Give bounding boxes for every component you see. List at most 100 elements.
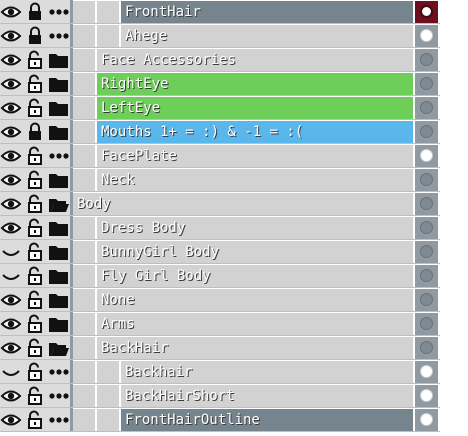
- lock-open-icon[interactable]: [24, 409, 46, 431]
- layer-indicator[interactable]: [415, 49, 438, 71]
- layer-name-bar[interactable]: BackHairShort: [121, 385, 413, 407]
- folder-icon[interactable]: [47, 49, 69, 71]
- layer-name-bar[interactable]: BunnyGirl Body: [97, 241, 413, 263]
- layer-dots-icon[interactable]: [47, 385, 69, 407]
- layer-name-bar[interactable]: None: [97, 289, 413, 311]
- lock-open-icon[interactable]: [24, 145, 46, 167]
- layer-row[interactable]: FrontHairOutline: [0, 408, 440, 432]
- eye-icon[interactable]: [0, 1, 22, 23]
- eye-icon[interactable]: [0, 217, 22, 239]
- folder-icon[interactable]: [47, 313, 69, 335]
- folder-icon[interactable]: [47, 121, 69, 143]
- layer-name-bar[interactable]: FrontHair: [121, 1, 413, 23]
- eye-icon[interactable]: [0, 25, 22, 47]
- eye-icon[interactable]: [0, 145, 22, 167]
- layer-dots-icon[interactable]: [47, 25, 69, 47]
- layer-name-bar[interactable]: Neck: [97, 169, 413, 191]
- layer-name-bar[interactable]: Mouths 1+ = :) & -1 = :(: [97, 121, 413, 143]
- folder-icon[interactable]: [47, 265, 69, 287]
- layer-indicator[interactable]: [415, 73, 438, 95]
- eye-icon[interactable]: [0, 385, 22, 407]
- layer-indicator[interactable]: [415, 265, 438, 287]
- layer-row[interactable]: BunnyGirl Body: [0, 240, 440, 264]
- eye-closed-icon[interactable]: [0, 265, 22, 287]
- layer-indicator[interactable]: [415, 97, 438, 119]
- folder-open-icon[interactable]: [47, 337, 69, 359]
- layer-row[interactable]: Neck: [0, 168, 440, 192]
- layer-name-bar[interactable]: FrontHairOutline: [121, 409, 413, 431]
- folder-icon[interactable]: [47, 241, 69, 263]
- layer-indicator[interactable]: [415, 409, 438, 431]
- layer-row[interactable]: Mouths 1+ = :) & -1 = :(: [0, 120, 440, 144]
- layer-row[interactable]: RightEye: [0, 72, 440, 96]
- eye-closed-icon[interactable]: [0, 241, 22, 263]
- layer-name-bar[interactable]: Backhair: [121, 361, 413, 383]
- eye-icon[interactable]: [0, 409, 22, 431]
- layer-row[interactable]: FacePlate: [0, 144, 440, 168]
- eye-closed-icon[interactable]: [0, 361, 22, 383]
- layer-name-bar[interactable]: FacePlate: [97, 145, 413, 167]
- folder-icon[interactable]: [47, 73, 69, 95]
- folder-icon[interactable]: [47, 289, 69, 311]
- layer-name-bar[interactable]: Arms: [97, 313, 413, 335]
- eye-icon[interactable]: [0, 121, 22, 143]
- lock-open-icon[interactable]: [24, 217, 46, 239]
- lock-open-icon[interactable]: [24, 193, 46, 215]
- layer-name-bar[interactable]: Body: [73, 193, 413, 215]
- eye-icon[interactable]: [0, 337, 22, 359]
- layer-row[interactable]: Backhair: [0, 360, 440, 384]
- layer-name-bar[interactable]: BackHair: [97, 337, 413, 359]
- eye-icon[interactable]: [0, 97, 22, 119]
- layer-name-bar[interactable]: RightEye: [97, 73, 413, 95]
- layer-dots-icon[interactable]: [47, 1, 69, 23]
- layer-row[interactable]: Face Accessories: [0, 48, 440, 72]
- lock-open-icon[interactable]: [24, 361, 46, 383]
- layer-indicator[interactable]: [415, 1, 438, 23]
- eye-icon[interactable]: [0, 169, 22, 191]
- layer-row[interactable]: None: [0, 288, 440, 312]
- layer-row[interactable]: Arms: [0, 312, 440, 336]
- layer-indicator[interactable]: [415, 361, 438, 383]
- eye-icon[interactable]: [0, 193, 22, 215]
- lock-open-icon[interactable]: [24, 97, 46, 119]
- layer-dots-icon[interactable]: [47, 145, 69, 167]
- eye-icon[interactable]: [0, 313, 22, 335]
- folder-open-icon[interactable]: [47, 193, 69, 215]
- layer-row[interactable]: Fly Girl Body: [0, 264, 440, 288]
- lock-open-icon[interactable]: [24, 313, 46, 335]
- layer-indicator[interactable]: [415, 121, 438, 143]
- lock-open-icon[interactable]: [24, 49, 46, 71]
- layer-indicator[interactable]: [415, 193, 438, 215]
- layer-indicator[interactable]: [415, 337, 438, 359]
- lock-open-icon[interactable]: [24, 241, 46, 263]
- eye-icon[interactable]: [0, 49, 22, 71]
- layer-indicator[interactable]: [415, 217, 438, 239]
- layer-row[interactable]: Dress Body: [0, 216, 440, 240]
- layer-indicator[interactable]: [415, 145, 438, 167]
- layer-row[interactable]: Ahege: [0, 24, 440, 48]
- lock-closed-icon[interactable]: [24, 25, 46, 47]
- layer-name-bar[interactable]: LeftEye: [97, 97, 413, 119]
- folder-icon[interactable]: [47, 217, 69, 239]
- eye-icon[interactable]: [0, 73, 22, 95]
- layer-row[interactable]: Body: [0, 192, 440, 216]
- layer-indicator[interactable]: [415, 289, 438, 311]
- folder-icon[interactable]: [47, 97, 69, 119]
- layer-dots-icon[interactable]: [47, 409, 69, 431]
- lock-open-icon[interactable]: [24, 289, 46, 311]
- layer-indicator[interactable]: [415, 385, 438, 407]
- lock-open-icon[interactable]: [24, 337, 46, 359]
- lock-open-icon[interactable]: [24, 265, 46, 287]
- layer-indicator[interactable]: [415, 313, 438, 335]
- layer-indicator[interactable]: [415, 241, 438, 263]
- layer-dots-icon[interactable]: [47, 361, 69, 383]
- layer-row[interactable]: LeftEye: [0, 96, 440, 120]
- layer-name-bar[interactable]: Ahege: [121, 25, 413, 47]
- lock-open-icon[interactable]: [24, 73, 46, 95]
- layer-name-bar[interactable]: Face Accessories: [97, 49, 413, 71]
- layer-row[interactable]: BackHairShort: [0, 384, 440, 408]
- layer-indicator[interactable]: [415, 169, 438, 191]
- lock-open-icon[interactable]: [24, 385, 46, 407]
- layer-name-bar[interactable]: Dress Body: [97, 217, 413, 239]
- layer-row[interactable]: BackHair: [0, 336, 440, 360]
